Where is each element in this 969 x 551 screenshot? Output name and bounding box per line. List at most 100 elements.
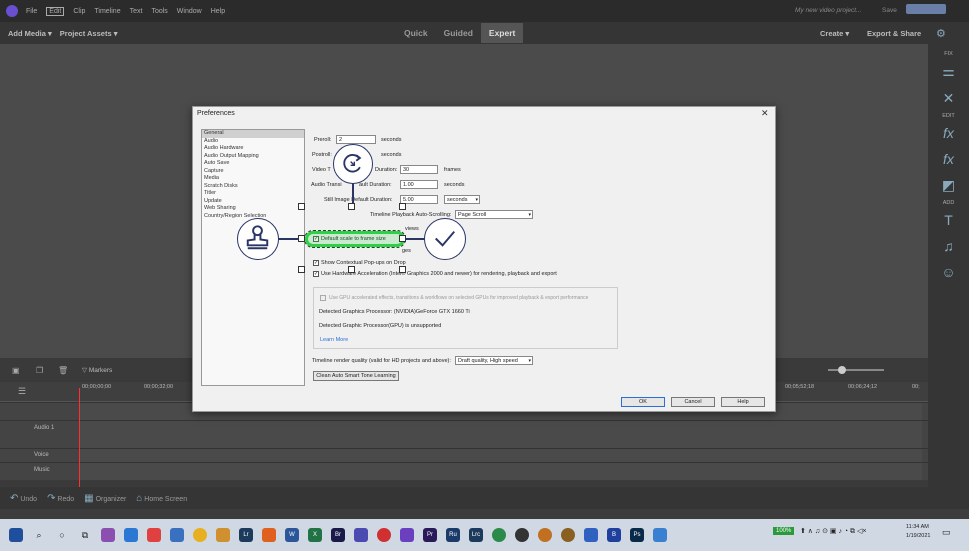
home-screen-button[interactable]: ⌂ Home Screen (136, 493, 187, 504)
track-audio-1[interactable]: Audio 1 (0, 420, 928, 448)
category-item[interactable]: Web Sharing (202, 205, 304, 213)
hardware-acceleration-label[interactable]: Use Hardware Acceleration (Intel® Graphi… (321, 271, 557, 277)
graphics-icon[interactable]: ☺ (928, 264, 969, 280)
transitions-icon[interactable]: ◩ (928, 177, 969, 194)
resize-handle[interactable] (348, 203, 355, 210)
app-icon[interactable] (492, 528, 506, 542)
app-icon[interactable] (538, 528, 552, 542)
app-icon[interactable] (262, 528, 276, 542)
resize-handle[interactable] (298, 235, 305, 242)
track-voice[interactable]: Voice (0, 448, 928, 462)
track-lane[interactable] (80, 449, 922, 462)
trash-icon[interactable]: 🗑 (58, 366, 68, 375)
tab-quick[interactable]: Quick (396, 23, 436, 43)
organizer-button[interactable]: ▦ Organizer (84, 493, 126, 504)
menu-clip[interactable]: Clip (73, 8, 85, 15)
help-button[interactable]: Help (721, 397, 765, 407)
audio-transition-field[interactable]: 1.00 (400, 180, 438, 189)
add-media-button[interactable]: Add Media ▾ (8, 29, 52, 38)
app-icon[interactable] (147, 528, 161, 542)
contextual-popups-checkbox[interactable]: ✓ (313, 260, 319, 266)
menu-file[interactable]: File (26, 8, 37, 15)
system-tray-icons[interactable]: ⬆ ∧ ♫ ⊙ ▣ ♪ ◔ ⧉ ◁× (800, 527, 866, 536)
ok-button[interactable]: OK (621, 397, 665, 407)
word-icon[interactable]: W (285, 528, 299, 542)
category-item[interactable]: Media (202, 175, 304, 183)
menu-help[interactable]: Help (211, 8, 225, 15)
resize-handle[interactable] (348, 266, 355, 273)
tools-icon[interactable]: ✕ (928, 90, 969, 107)
media-icon[interactable]: ▣ (12, 366, 20, 375)
applied-effects-icon[interactable]: fx (928, 151, 969, 167)
app-icon[interactable] (101, 528, 115, 542)
playhead[interactable] (79, 388, 80, 492)
category-item[interactable]: Audio Hardware (202, 145, 304, 153)
titles-icon[interactable]: T (928, 212, 969, 228)
notifications-icon[interactable]: ▭ (942, 527, 951, 538)
app-icon[interactable] (170, 528, 184, 542)
zoom-slider[interactable] (828, 369, 884, 371)
search-icon[interactable]: ⌕ (32, 528, 46, 542)
app-icon[interactable]: Br (331, 528, 345, 542)
close-icon[interactable]: ✕ (761, 108, 769, 119)
clean-smart-tone-button[interactable]: Clean Auto Smart Tone Learning (313, 371, 399, 381)
app-icon[interactable] (653, 528, 667, 542)
track-lane[interactable] (80, 421, 922, 448)
resize-handle[interactable] (298, 203, 305, 210)
zoom-thumb[interactable] (838, 366, 846, 374)
still-image-unit-select[interactable]: seconds ▾ (444, 195, 480, 204)
effects-icon[interactable]: fx (928, 125, 969, 141)
video-transition-field[interactable]: 30 (400, 165, 438, 174)
contextual-popups-label[interactable]: Show Contextual Pop-ups on Drop (321, 260, 406, 266)
resize-handle[interactable] (399, 235, 406, 242)
hardware-acceleration-checkbox[interactable]: ✓ (313, 271, 319, 277)
app-icon[interactable]: Lr (239, 528, 253, 542)
copy-icon[interactable]: ❐ (36, 366, 43, 375)
tab-guided[interactable]: Guided (436, 23, 481, 43)
track-music[interactable]: Music (0, 462, 928, 480)
category-item[interactable]: General (202, 130, 304, 138)
category-item[interactable]: Scratch Disks (202, 183, 304, 191)
app-logo-icon[interactable] (6, 5, 18, 17)
menu-timeline[interactable]: Timeline (94, 8, 120, 15)
category-item[interactable]: Capture (202, 168, 304, 176)
app-icon[interactable]: B (607, 528, 621, 542)
menu-text[interactable]: Text (130, 8, 143, 15)
premiere-icon[interactable]: Pr (423, 528, 437, 542)
create-button[interactable]: Create ▾ (820, 29, 849, 38)
app-icon[interactable] (584, 528, 598, 542)
rush-icon[interactable]: Ru (446, 528, 460, 542)
adjust-icon[interactable]: ⚌ (928, 63, 969, 80)
auto-scroll-select[interactable]: Page Scroll ▾ (455, 210, 533, 219)
category-item[interactable]: Audio Output Mapping (202, 153, 304, 161)
resize-handle[interactable] (298, 266, 305, 273)
menu-window[interactable]: Window (177, 8, 202, 15)
learn-more-link[interactable]: Learn More (320, 337, 348, 343)
stamp-button[interactable] (237, 218, 279, 260)
menu-tools[interactable]: Tools (151, 8, 167, 15)
render-quality-select[interactable]: Draft quality, High speed ▾ (455, 356, 533, 365)
redo-button[interactable]: ↷ Redo (47, 493, 74, 504)
undo-button[interactable]: ↶ Undo (10, 493, 37, 504)
task-view-icon[interactable]: ⧉ (78, 528, 92, 542)
excel-icon[interactable]: X (308, 528, 322, 542)
gear-icon[interactable]: ⚙ (936, 27, 946, 40)
app-icon[interactable] (216, 528, 230, 542)
app-icon[interactable] (354, 528, 368, 542)
project-assets-button[interactable]: Project Assets ▾ (60, 29, 118, 38)
photoshop-icon[interactable]: Ps (630, 528, 644, 542)
track-lane[interactable] (80, 463, 922, 480)
app-icon[interactable] (400, 528, 414, 542)
resize-handle[interactable] (399, 266, 406, 273)
tab-expert[interactable]: Expert (480, 23, 524, 43)
confirm-button[interactable] (424, 218, 466, 260)
gpu-effects-checkbox[interactable] (320, 295, 326, 301)
lrc-icon[interactable]: Lrc (469, 528, 483, 542)
category-item[interactable]: Audio (202, 138, 304, 146)
app-icon[interactable] (377, 528, 391, 542)
timeline-settings-icon[interactable]: ☰ (18, 386, 26, 397)
category-item[interactable]: Update (202, 198, 304, 206)
cortana-icon[interactable]: ○ (55, 528, 69, 542)
app-icon[interactable] (561, 528, 575, 542)
category-item[interactable]: Auto Save (202, 160, 304, 168)
